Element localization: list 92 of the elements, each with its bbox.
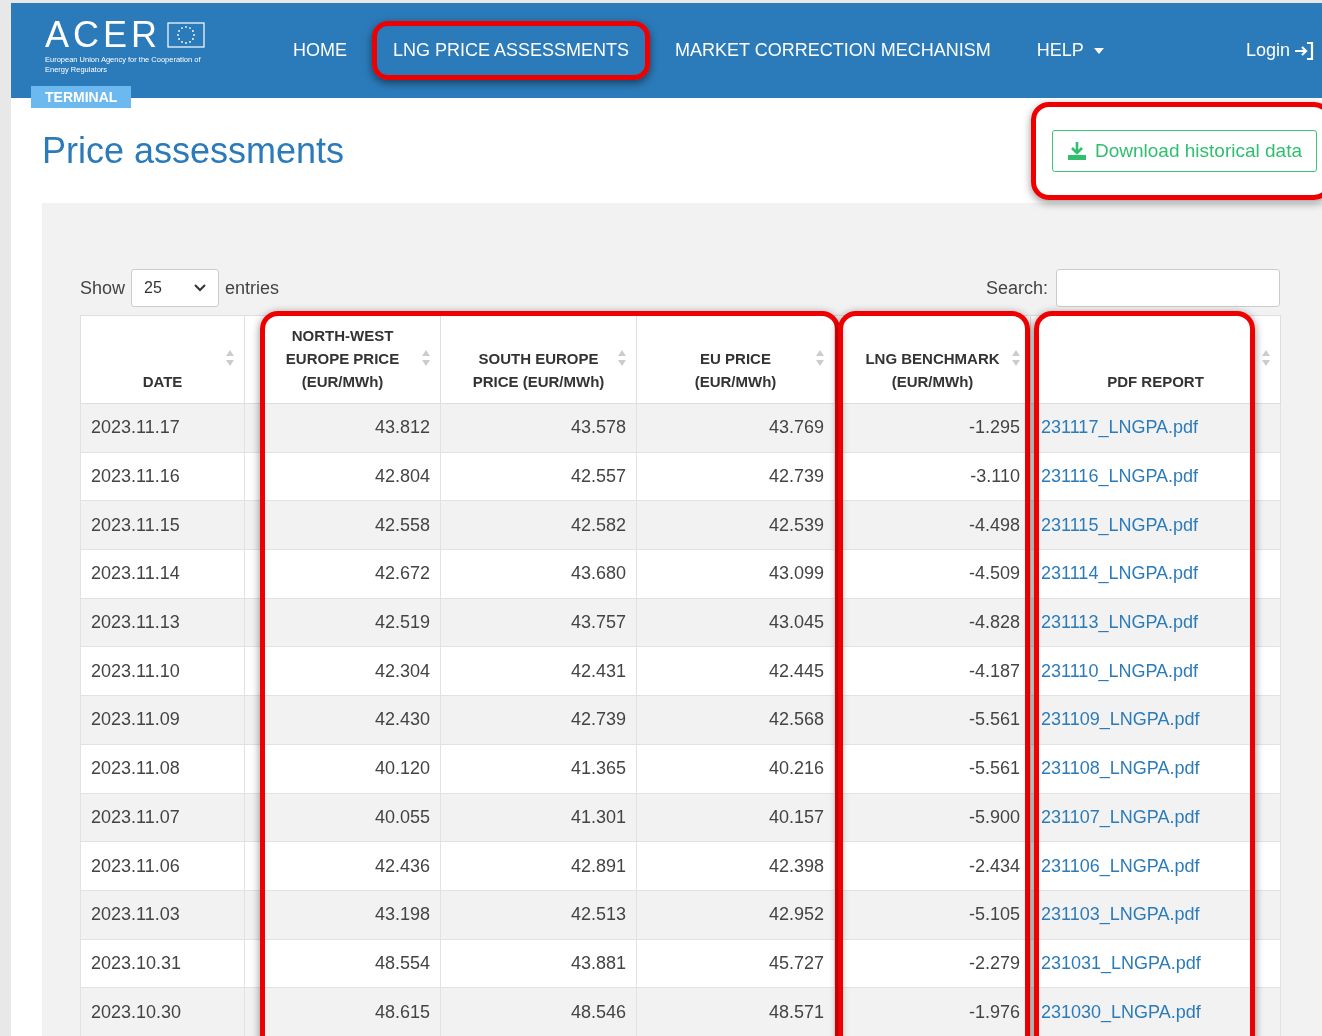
table-cell: 42.539 xyxy=(636,500,835,550)
table-cell: 42.436 xyxy=(244,841,441,891)
table-cell: 42.431 xyxy=(440,646,637,696)
sort-icon xyxy=(226,350,234,366)
table-cell: 2023.11.17 xyxy=(80,403,245,453)
table-cell: 2023.11.08 xyxy=(80,744,245,793)
table-cell: 42.582 xyxy=(440,500,637,550)
table-cell: 2023.11.14 xyxy=(80,549,245,599)
pdf-link[interactable]: 231116_LNGPA.pdf xyxy=(1041,466,1199,487)
sort-icon xyxy=(816,350,824,366)
download-button[interactable]: Download historical data xyxy=(1052,129,1317,172)
table-cell: 2023.11.07 xyxy=(80,793,245,842)
pdf-link[interactable]: 231113_LNGPA.pdf xyxy=(1041,612,1199,633)
table-cell: 2023.11.15 xyxy=(80,500,245,550)
nav-link[interactable]: HELP xyxy=(1024,30,1116,71)
table-cell: 2023.10.31 xyxy=(80,939,245,988)
nav-link[interactable]: MARKET CORRECTION MECHANISM xyxy=(663,30,1003,71)
chevron-icon xyxy=(194,284,207,292)
table-cell: 2023.11.06 xyxy=(80,841,245,891)
nav-link[interactable]: LNG PRICE ASSESSMENTS xyxy=(381,30,642,71)
pdf-link[interactable]: 231106_LNGPA.pdf xyxy=(1041,855,1200,876)
table-cell: 43.680 xyxy=(440,549,637,599)
table-cell: 42.672 xyxy=(244,549,441,599)
table-cell: 2023.10.30 xyxy=(80,987,245,1036)
column-header[interactable]: SOUTH EUROPE PRICE (EUR/MWh) xyxy=(440,315,637,404)
pdf-link[interactable]: 231107_LNGPA.pdf xyxy=(1041,806,1200,827)
table-cell: 2023.11.10 xyxy=(80,646,245,696)
sort-icon xyxy=(1262,350,1270,366)
table-cell: 42.304 xyxy=(244,646,441,696)
pdf-link[interactable]: 231108_LNGPA.pdf xyxy=(1041,758,1200,779)
search-field[interactable] xyxy=(1056,269,1280,307)
sort-icon xyxy=(422,350,430,366)
pdf-link[interactable]: 231109_LNGPA.pdf xyxy=(1041,709,1200,730)
table-cell: 43.757 xyxy=(440,598,637,647)
pdf-link[interactable]: 231117_LNGPA.pdf xyxy=(1041,417,1199,438)
table-cell: 42.891 xyxy=(440,841,637,891)
table-cell: 43.198 xyxy=(244,890,441,940)
table-cell: 42.558 xyxy=(244,500,441,550)
entries-select[interactable]: 25 xyxy=(131,269,220,307)
pdf-link[interactable]: 231031_LNGPA.pdf xyxy=(1041,952,1201,973)
sort-icon xyxy=(618,350,626,366)
table-cell: 45.727 xyxy=(636,939,835,988)
table-cell: 43.099 xyxy=(636,549,835,599)
login-link[interactable]: Login xyxy=(1245,40,1314,61)
entries-label: entries xyxy=(225,277,280,299)
table-cell: 40.216 xyxy=(636,744,835,793)
table-cell: 42.445 xyxy=(636,646,835,696)
login-icon xyxy=(1294,41,1314,60)
terminal-badge: TERMINAL xyxy=(31,86,131,108)
pdf-link[interactable]: 231114_LNGPA.pdf xyxy=(1041,563,1199,584)
table-cell: 40.055 xyxy=(244,793,441,842)
table-cell: 41.365 xyxy=(440,744,637,793)
table-cell: 43.578 xyxy=(440,403,637,453)
search-label: Search: xyxy=(985,277,1048,299)
pdf-link[interactable]: 231103_LNGPA.pdf xyxy=(1041,904,1200,925)
table-cell: 2023.11.03 xyxy=(80,890,245,940)
show-label: Show xyxy=(80,277,126,299)
sort-icon xyxy=(1012,350,1020,366)
table-cell: 42.557 xyxy=(440,452,637,501)
column-header[interactable]: LNG BENCHMARK (EUR/MWh) xyxy=(834,315,1031,404)
logo-name: ACER xyxy=(45,18,162,52)
table-cell: 42.739 xyxy=(440,695,637,745)
table-cell: 2023.11.09 xyxy=(80,695,245,745)
download-icon xyxy=(1067,140,1087,161)
table-cell: 42.952 xyxy=(636,890,835,940)
pdf-link[interactable]: 231110_LNGPA.pdf xyxy=(1041,660,1199,681)
nav-link[interactable]: HOME xyxy=(281,30,359,71)
table-cell: 2023.11.16 xyxy=(80,452,245,501)
table-cell: 43.045 xyxy=(636,598,835,647)
table-cell: 42.398 xyxy=(636,841,835,891)
table-cell: 40.120 xyxy=(244,744,441,793)
column-header[interactable]: PDF REPORT xyxy=(1030,315,1281,404)
column-header[interactable]: NORTH-WEST EUROPE PRICE (EUR/MWh) xyxy=(244,315,441,404)
table-cell: 42.739 xyxy=(636,452,835,501)
pdf-link[interactable]: 231115_LNGPA.pdf xyxy=(1041,514,1199,535)
table-cell: 42.513 xyxy=(440,890,637,940)
column-header[interactable]: DATE xyxy=(80,315,245,404)
table-cell: 42.804 xyxy=(244,452,441,501)
pdf-link[interactable]: 231030_LNGPA.pdf xyxy=(1041,1001,1201,1022)
table-cell: 43.769 xyxy=(636,403,835,453)
table-cell: 41.301 xyxy=(440,793,637,842)
flag-icon xyxy=(167,22,206,48)
table-cell: 48.554 xyxy=(244,939,441,988)
table-cell: 42.519 xyxy=(244,598,441,647)
caret-icon xyxy=(1093,47,1104,54)
table-cell: 40.157 xyxy=(636,793,835,842)
table-cell: 42.568 xyxy=(636,695,835,745)
page-title: Price assessments xyxy=(42,129,345,172)
table-cell: 43.812 xyxy=(244,403,441,453)
table-cell: 43.881 xyxy=(440,939,637,988)
table-cell: 2023.11.13 xyxy=(80,598,245,647)
table-cell: 42.430 xyxy=(244,695,441,745)
